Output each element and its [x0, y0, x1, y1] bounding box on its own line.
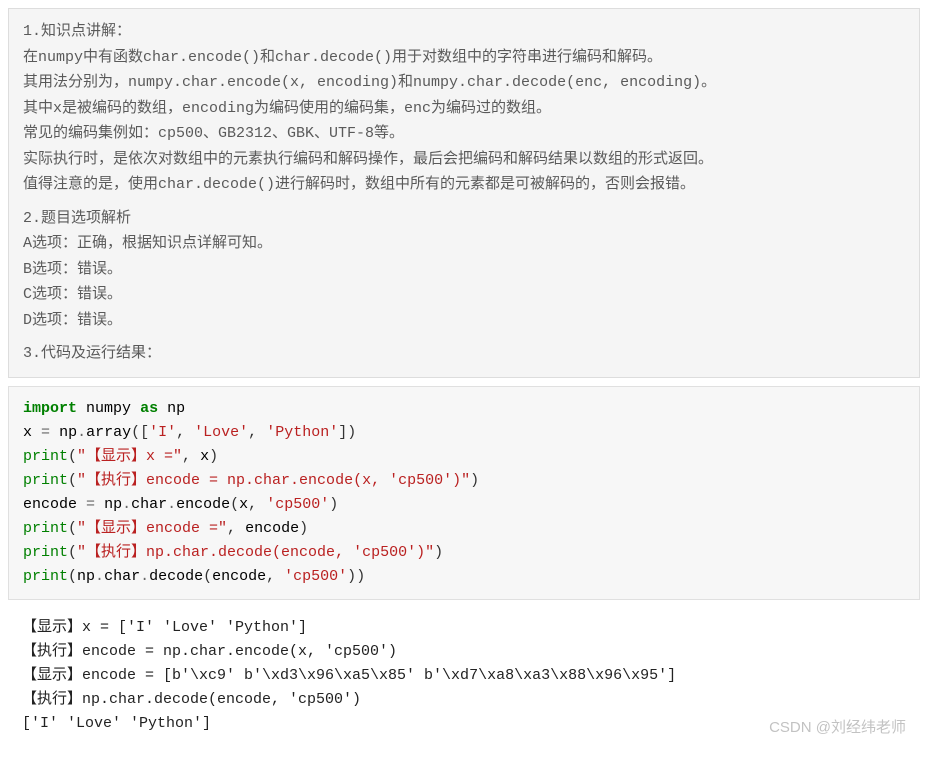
paren: ): [470, 472, 479, 489]
paren: ): [434, 544, 443, 561]
explanation-line: 实际执行时，是依次对数组中的元素执行编码和解码操作，最后会把编码和解码结果以数组…: [23, 147, 905, 173]
paren: ): [356, 568, 365, 585]
np: np: [104, 496, 122, 513]
paren: ): [329, 496, 338, 513]
fn-print: print: [23, 472, 68, 489]
fn-print: print: [23, 568, 68, 585]
fn-encode: encode: [176, 496, 230, 513]
paren: ): [347, 568, 356, 585]
fn-print: print: [23, 520, 68, 537]
explanation-line: 1.知识点讲解：: [23, 19, 905, 45]
arg: x: [239, 496, 248, 513]
paren: ): [209, 448, 218, 465]
fn-print: print: [23, 544, 68, 561]
string: "【执行】np.char.decode(encode, 'cp500')": [77, 544, 434, 561]
alias: np: [167, 400, 185, 417]
comma: ,: [182, 448, 200, 465]
module-name: numpy: [86, 400, 131, 417]
paren: (: [203, 568, 212, 585]
explanation-line: 3.代码及运行结果：: [23, 341, 905, 367]
paren: (: [68, 568, 77, 585]
string: 'cp500': [284, 568, 347, 585]
char: char: [131, 496, 167, 513]
output-block: 【显示】x = ['I' 'Love' 'Python'] 【执行】encode…: [8, 608, 920, 746]
dot: .: [95, 568, 104, 585]
dot: .: [122, 496, 131, 513]
paren: ([: [131, 424, 149, 441]
paren: (: [230, 496, 239, 513]
arg: encode: [245, 520, 299, 537]
output-line: 【显示】x = ['I' 'Love' 'Python']: [22, 619, 307, 636]
comma: ,: [266, 568, 284, 585]
np: np: [77, 568, 95, 585]
dot: .: [140, 568, 149, 585]
paren: (: [68, 472, 77, 489]
comma: ,: [248, 496, 266, 513]
keyword-as: as: [140, 400, 158, 417]
np: np: [59, 424, 77, 441]
explanation-line: 值得注意的是，使用char.decode()进行解码时，数组中所有的元素都是可被…: [23, 172, 905, 198]
code-block: import numpy as np x = np.array(['I', 'L…: [8, 386, 920, 600]
fn-print: print: [23, 448, 68, 465]
dot: .: [77, 424, 86, 441]
output-line: 【执行】np.char.decode(encode, 'cp500'): [22, 691, 361, 708]
explanation-line: C选项：错误。: [23, 282, 905, 308]
string: "【显示】encode =": [77, 520, 227, 537]
paren: (: [68, 544, 77, 561]
explanation-line: 2.题目选项解析: [23, 206, 905, 232]
fn-decode: decode: [149, 568, 203, 585]
arg: encode: [212, 568, 266, 585]
watermark: CSDN @刘经纬老师: [769, 716, 906, 740]
arg: x: [200, 448, 209, 465]
dot: .: [167, 496, 176, 513]
string: 'Love': [194, 424, 248, 441]
var: encode: [23, 496, 77, 513]
string: "【显示】x =": [77, 448, 182, 465]
explanation-line: 常见的编码集例如：cp500、GB2312、GBK、UTF-8等。: [23, 121, 905, 147]
paren: (: [68, 520, 77, 537]
op-eq: =: [86, 496, 95, 513]
op-eq: =: [41, 424, 50, 441]
comma: ,: [176, 424, 194, 441]
output-line: 【执行】encode = np.char.encode(x, 'cp500'): [22, 643, 397, 660]
char: char: [104, 568, 140, 585]
explanation-line: 在numpy中有函数char.encode()和char.decode()用于对…: [23, 45, 905, 71]
string: 'Python': [266, 424, 338, 441]
keyword-import: import: [23, 400, 77, 417]
paren: ]): [338, 424, 356, 441]
fn-array: array: [86, 424, 131, 441]
explanation-line: D选项：错误。: [23, 308, 905, 334]
output-line: 【显示】encode = [b'\xc9' b'\xd3\x96\xa5\x85…: [22, 667, 676, 684]
explanation-line: B选项：错误。: [23, 257, 905, 283]
string: 'cp500': [266, 496, 329, 513]
var: x: [23, 424, 32, 441]
comma: ,: [227, 520, 245, 537]
comma: ,: [248, 424, 266, 441]
explanation-section: 1.知识点讲解： 在numpy中有函数char.encode()和char.de…: [8, 8, 920, 378]
paren: ): [299, 520, 308, 537]
explanation-line: 其中x是被编码的数组，encoding为编码使用的编码集，enc为编码过的数组。: [23, 96, 905, 122]
paren: (: [68, 448, 77, 465]
string: "【执行】encode = np.char.encode(x, 'cp500')…: [77, 472, 470, 489]
explanation-line: 其用法分别为，numpy.char.encode(x, encoding)和nu…: [23, 70, 905, 96]
explanation-line: A选项：正确，根据知识点详解可知。: [23, 231, 905, 257]
output-line: ['I' 'Love' 'Python']: [22, 715, 211, 732]
string: 'I': [149, 424, 176, 441]
